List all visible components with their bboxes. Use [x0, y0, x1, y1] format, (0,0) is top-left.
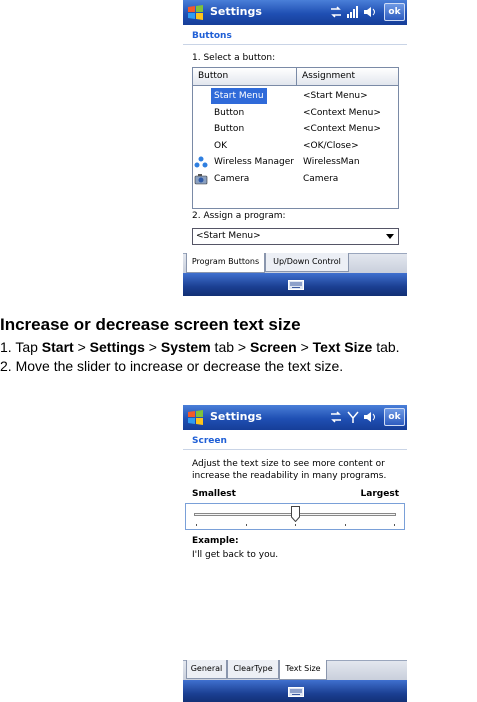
- section-title: Screen: [192, 436, 227, 446]
- step-text: >: [144, 339, 161, 355]
- button-assignment: Camera: [303, 174, 339, 184]
- step-text: tab >: [210, 339, 250, 355]
- step-text: >: [296, 339, 313, 355]
- step-text: tab.: [372, 339, 400, 355]
- step-text: 1. Tap: [0, 339, 42, 355]
- start-menu-icon[interactable]: [187, 409, 204, 426]
- keyboard-icon[interactable]: [288, 687, 304, 697]
- step-keyword: Screen: [249, 339, 297, 355]
- signal-icon[interactable]: [346, 5, 360, 19]
- chevron-down-icon[interactable]: [386, 234, 394, 239]
- instruction-step-1: 1. Tap Start > Settings > System tab > S…: [0, 339, 400, 355]
- assign-program-label: 2. Assign a program:: [192, 211, 286, 221]
- button-name: Start Menu: [211, 88, 267, 104]
- list-item[interactable]: Button <Context Menu>: [193, 105, 398, 121]
- slider-tick: [245, 524, 247, 526]
- column-header-button[interactable]: Button: [193, 68, 297, 86]
- slider-tick: [394, 524, 395, 526]
- example-text: I'll get back to you.: [192, 550, 279, 560]
- list-item[interactable]: Camera Camera: [193, 171, 398, 187]
- menu-bar: [183, 273, 407, 296]
- camera-icon: [194, 174, 208, 185]
- text-size-slider[interactable]: [185, 503, 405, 530]
- button-name: Button: [214, 107, 245, 118]
- title-bar: Settings ok: [183, 0, 407, 25]
- select-button-label: 1. Select a button:: [192, 53, 276, 63]
- step-keyword: System: [160, 339, 211, 355]
- window-title: Settings: [210, 5, 262, 18]
- tab-general[interactable]: General: [186, 660, 227, 679]
- description-line-2: increase the readability in many program…: [192, 471, 387, 481]
- button-name: Camera: [214, 174, 250, 184]
- wireless-manager-icon: [194, 156, 208, 168]
- slider-tick: [295, 524, 296, 526]
- slider-tick: [344, 524, 346, 526]
- list-item[interactable]: OK <OK/Close>: [193, 138, 398, 154]
- screen-buttons-settings: Settings ok Buttons 1. Select a button: …: [183, 0, 407, 296]
- largest-label: Largest: [360, 489, 399, 499]
- button-assignment: <OK/Close>: [303, 140, 359, 151]
- title-bar: Settings ok: [183, 405, 407, 430]
- button-name: Button: [214, 124, 245, 135]
- program-dropdown-value: <Start Menu>: [196, 231, 261, 241]
- step-keyword: Settings: [89, 339, 145, 355]
- volume-icon[interactable]: [363, 5, 377, 19]
- example-label: Example:: [192, 536, 239, 546]
- step-text: >: [73, 339, 90, 355]
- tab-program-buttons[interactable]: Program Buttons: [186, 253, 265, 273]
- tab-strip: Program Buttons Up/Down Control: [183, 253, 407, 273]
- window-title: Settings: [210, 410, 262, 423]
- ok-button[interactable]: ok: [384, 408, 405, 426]
- program-dropdown[interactable]: <Start Menu>: [192, 228, 399, 245]
- section-heading: Increase or decrease screen text size: [0, 315, 301, 334]
- button-assignment: WirelessMan: [303, 157, 360, 168]
- start-menu-icon[interactable]: [187, 4, 204, 21]
- button-name: OK: [214, 140, 227, 151]
- button-list[interactable]: Button Assignment Start Menu <Start Menu>…: [192, 67, 399, 209]
- connectivity-icon[interactable]: [329, 5, 343, 19]
- list-item[interactable]: Button <Context Menu>: [193, 121, 398, 137]
- slider-thumb[interactable]: [291, 506, 300, 522]
- tab-up-down-control[interactable]: Up/Down Control: [265, 253, 349, 272]
- step-keyword: Start: [41, 339, 74, 355]
- description-line-1: Adjust the text size to see more content…: [192, 459, 385, 469]
- instruction-step-2: 2. Move the slider to increase or decrea…: [0, 358, 344, 374]
- section-title: Buttons: [192, 31, 232, 41]
- keyboard-icon[interactable]: [288, 280, 304, 290]
- button-assignment: <Start Menu>: [303, 91, 368, 101]
- smallest-label: Smallest: [192, 489, 236, 499]
- step-keyword: Text Size: [312, 339, 373, 355]
- ok-button[interactable]: ok: [384, 3, 405, 21]
- tab-strip: General ClearType Text Size: [183, 660, 407, 680]
- connectivity-icon[interactable]: [329, 410, 343, 424]
- divider: [183, 449, 407, 450]
- column-header-assignment[interactable]: Assignment: [297, 68, 398, 86]
- button-name: Wireless Manager: [214, 157, 294, 168]
- divider: [183, 44, 407, 45]
- button-assignment: <Context Menu>: [303, 124, 381, 135]
- button-assignment: <Context Menu>: [303, 107, 381, 118]
- list-item[interactable]: Start Menu <Start Menu>: [193, 88, 398, 104]
- list-item[interactable]: Wireless Manager WirelessMan: [193, 154, 398, 170]
- antenna-icon[interactable]: [346, 410, 360, 424]
- slider-tick: [196, 524, 197, 526]
- tab-text-size[interactable]: Text Size: [279, 660, 327, 680]
- tab-cleartype[interactable]: ClearType: [227, 660, 279, 679]
- screen-text-size-settings: Settings ok Screen Adjust the text size …: [183, 405, 407, 702]
- menu-bar: [183, 680, 407, 702]
- volume-icon[interactable]: [363, 410, 377, 424]
